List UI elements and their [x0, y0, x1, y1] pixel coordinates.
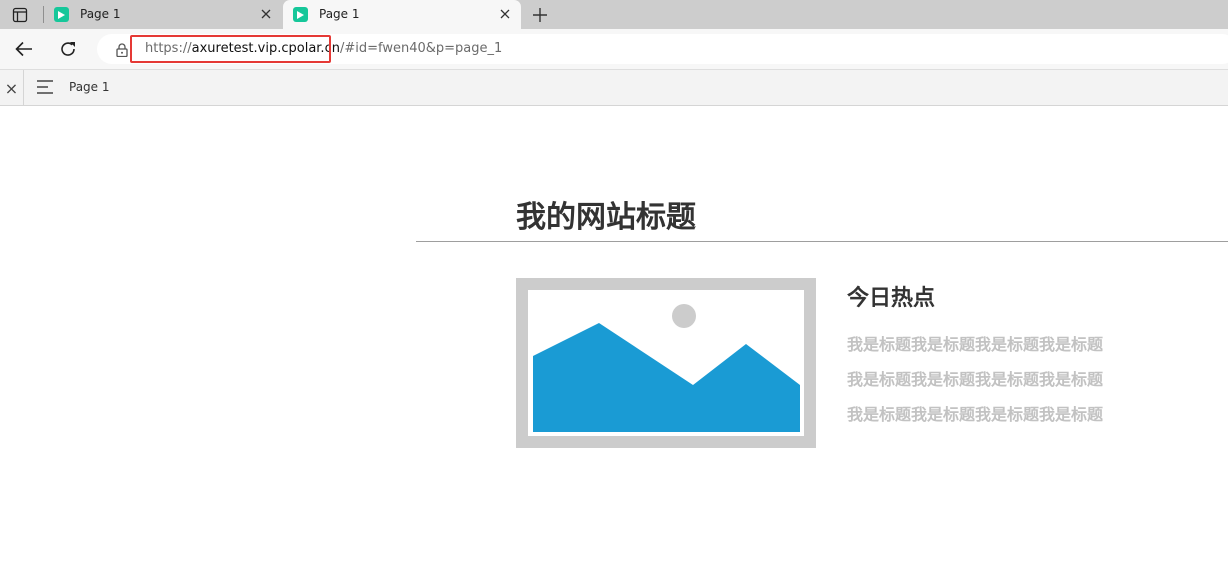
back-arrow-icon[interactable] — [11, 37, 37, 61]
lock-icon[interactable] — [116, 42, 128, 58]
close-icon[interactable] — [257, 5, 275, 23]
navigation-bar: https://axuretest.vip.cpolar.cn/#id=fwen… — [0, 29, 1228, 69]
tab-actions-icon[interactable] — [6, 4, 34, 26]
current-page-label: Page 1 — [69, 80, 110, 94]
title-divider — [416, 241, 1228, 242]
page-title: 我的网站标题 — [516, 200, 696, 235]
headline-item: 我是标题我是标题我是标题我是标题 — [847, 370, 1104, 389]
tab-page-1-inactive[interactable]: Page 1 — [44, 0, 282, 29]
url-highlight-box — [130, 35, 331, 63]
url-path: /#id=fwen40&p=page_1 — [339, 41, 503, 56]
tab-strip: Page 1 Page 1 — [0, 0, 1228, 29]
reload-icon[interactable] — [55, 37, 81, 61]
close-icon[interactable] — [496, 5, 514, 23]
close-icon: × — [4, 78, 19, 98]
axure-toolbar: × Page 1 — [0, 69, 1228, 106]
section-title: 今日热点 — [847, 286, 936, 311]
image-placeholder-inner — [528, 290, 804, 436]
address-bar[interactable]: https://axuretest.vip.cpolar.cn/#id=fwen… — [97, 34, 1228, 64]
mountain-image-icon — [533, 304, 800, 432]
hamburger-icon[interactable] — [36, 79, 56, 97]
headline-item: 我是标题我是标题我是标题我是标题 — [847, 405, 1104, 424]
tab-title: Page 1 — [80, 7, 121, 21]
tab-title: Page 1 — [319, 7, 360, 21]
headline-item: 我是标题我是标题我是标题我是标题 — [847, 335, 1104, 354]
plus-icon[interactable] — [529, 4, 551, 26]
play-favicon-icon — [293, 7, 308, 22]
image-placeholder — [516, 278, 816, 448]
close-sidebar-button[interactable]: × — [0, 70, 24, 106]
play-favicon-icon — [54, 7, 69, 22]
tab-page-1-active[interactable]: Page 1 — [283, 0, 521, 29]
